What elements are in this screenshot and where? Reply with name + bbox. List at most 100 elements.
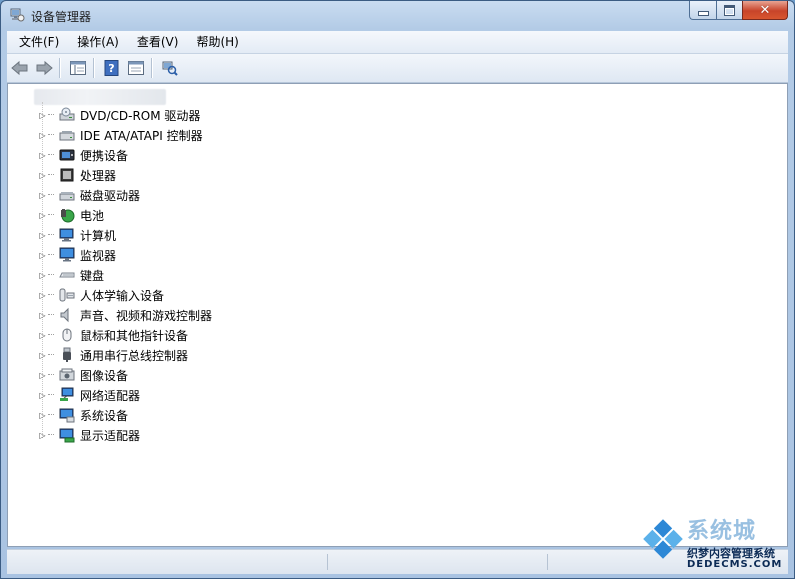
forward-button[interactable] [33, 57, 55, 79]
tree-item-imaging-devices[interactable]: ▷ 图像设备 [38, 366, 128, 384]
tree-item-network-adapters[interactable]: ▷ 网络适配器 [38, 386, 140, 404]
title-bar[interactable]: 设备管理器 ✕ [1, 1, 794, 31]
tree-item-label: DVD/CD-ROM 驱动器 [80, 108, 201, 123]
toolbar-separator [151, 58, 153, 78]
ide-controller-icon [59, 127, 75, 143]
tree-connector [48, 394, 54, 396]
menu-action[interactable]: 操作(A) [71, 31, 125, 53]
maximize-button[interactable] [716, 1, 742, 20]
tree-item-label: 便携设备 [80, 148, 129, 163]
device-tree-pane[interactable]: ▷ DVD/CD-ROM 驱动器 ▷ IDE ATA/ATAPI 控制器 ▷ 便… [7, 83, 788, 547]
tree-item-batteries[interactable]: ▷ 电池 [38, 206, 104, 224]
tree-item-usb-controllers[interactable]: ▷ 通用串行总线控制器 [38, 346, 188, 364]
scan-hardware-button[interactable] [159, 57, 181, 79]
tree-item-dvd-cd-rom[interactable]: ▷ DVD/CD-ROM 驱动器 [38, 106, 200, 124]
expand-arrow-icon[interactable]: ▷ [38, 131, 47, 140]
tree-connector [48, 234, 54, 236]
window-title: 设备管理器 [31, 10, 92, 24]
tree-item-label: 计算机 [80, 228, 117, 243]
tree-connector [48, 354, 54, 356]
tree-item-label: IDE ATA/ATAPI 控制器 [80, 128, 203, 143]
keyboard-icon [59, 267, 75, 283]
tree-connector [48, 174, 54, 176]
menu-view[interactable]: 查看(V) [131, 31, 185, 53]
expand-arrow-icon[interactable]: ▷ [38, 311, 47, 320]
toolbar-separator [59, 58, 61, 78]
properties-button[interactable] [125, 57, 147, 79]
expand-arrow-icon[interactable]: ▷ [38, 171, 47, 180]
tree-item-label: 网络适配器 [80, 388, 141, 403]
computer-root-node[interactable] [34, 89, 166, 105]
expand-arrow-icon[interactable]: ▷ [38, 411, 47, 420]
sound-icon [59, 307, 75, 323]
watermark: 系统城 织梦内容管理系统 DEDECMS.COM [639, 511, 794, 578]
tree-item-disk-drives[interactable]: ▷ 磁盘驱动器 [38, 186, 140, 204]
tree-item-ide-controller[interactable]: ▷ IDE ATA/ATAPI 控制器 [38, 126, 203, 144]
tree-connector [48, 154, 54, 156]
help-button[interactable]: ? [101, 57, 123, 79]
expand-arrow-icon[interactable]: ▷ [38, 251, 47, 260]
expand-arrow-icon[interactable]: ▷ [38, 231, 47, 240]
forward-arrow-icon [36, 60, 53, 76]
expand-arrow-icon[interactable]: ▷ [38, 111, 47, 120]
menu-bar: 文件(F) 操作(A) 查看(V) 帮助(H) [7, 31, 788, 54]
menu-file[interactable]: 文件(F) [13, 31, 65, 53]
tree-item-monitors[interactable]: ▷ 监视器 [38, 246, 116, 264]
portable-device-icon [59, 147, 75, 163]
tree-item-label: 磁盘驱动器 [80, 188, 141, 203]
back-arrow-icon [11, 60, 28, 76]
hid-icon [59, 287, 75, 303]
status-bar-divider [327, 554, 328, 570]
expand-arrow-icon[interactable]: ▷ [38, 191, 47, 200]
expand-arrow-icon[interactable]: ▷ [38, 351, 47, 360]
tree-item-keyboards[interactable]: ▷ 键盘 [38, 266, 104, 284]
tree-item-label: 声音、视频和游戏控制器 [80, 308, 213, 323]
expand-arrow-icon[interactable]: ▷ [38, 431, 47, 440]
tree-connector [48, 334, 54, 336]
tree-item-hid[interactable]: ▷ 人体学输入设备 [38, 286, 164, 304]
show-hide-console-tree-button[interactable] [67, 57, 89, 79]
imaging-device-icon [59, 367, 75, 383]
tree-item-label: 通用串行总线控制器 [80, 348, 189, 363]
tree-item-label: 显示适配器 [80, 428, 141, 443]
monitor-icon [59, 247, 75, 263]
svg-text:?: ? [108, 62, 114, 75]
scan-hardware-icon [162, 61, 178, 76]
close-button[interactable]: ✕ [742, 1, 788, 20]
watermark-url: DEDECMS.COM [687, 559, 783, 570]
processor-icon [59, 167, 75, 183]
maximize-icon [724, 4, 735, 16]
tree-item-portable-devices[interactable]: ▷ 便携设备 [38, 146, 128, 164]
tree-item-display-adapters[interactable]: ▷ 显示适配器 [38, 426, 140, 444]
menu-help[interactable]: 帮助(H) [190, 31, 244, 53]
tree-item-label: 监视器 [80, 248, 117, 263]
tree-connector [48, 134, 54, 136]
status-bar-divider [547, 554, 548, 570]
window-controls: ✕ [689, 1, 788, 21]
expand-arrow-icon[interactable]: ▷ [38, 151, 47, 160]
expand-arrow-icon[interactable]: ▷ [38, 391, 47, 400]
minimize-button[interactable] [689, 1, 716, 20]
expand-arrow-icon[interactable]: ▷ [38, 291, 47, 300]
expand-arrow-icon[interactable]: ▷ [38, 371, 47, 380]
toolbar-separator [93, 58, 95, 78]
mouse-icon [59, 327, 75, 343]
tree-connector [48, 114, 54, 116]
tree-item-computer[interactable]: ▷ 计算机 [38, 226, 116, 244]
dvd-drive-icon [59, 107, 75, 123]
console-tree-icon [70, 61, 86, 75]
toolbar: ? [7, 54, 788, 83]
computer-icon [59, 227, 75, 243]
back-button[interactable] [9, 57, 31, 79]
expand-arrow-icon[interactable]: ▷ [38, 211, 47, 220]
tree-item-processors[interactable]: ▷ 处理器 [38, 166, 116, 184]
expand-arrow-icon[interactable]: ▷ [38, 271, 47, 280]
tree-item-sound-video-game[interactable]: ▷ 声音、视频和游戏控制器 [38, 306, 212, 324]
tree-item-mice[interactable]: ▷ 鼠标和其他指针设备 [38, 326, 188, 344]
watermark-title: 系统城 [687, 519, 757, 544]
tree-connector [48, 314, 54, 316]
watermark-logo-icon [643, 519, 683, 559]
tree-item-system-devices[interactable]: ▷ 系统设备 [38, 406, 128, 424]
tree-item-label: 处理器 [80, 168, 117, 183]
expand-arrow-icon[interactable]: ▷ [38, 331, 47, 340]
